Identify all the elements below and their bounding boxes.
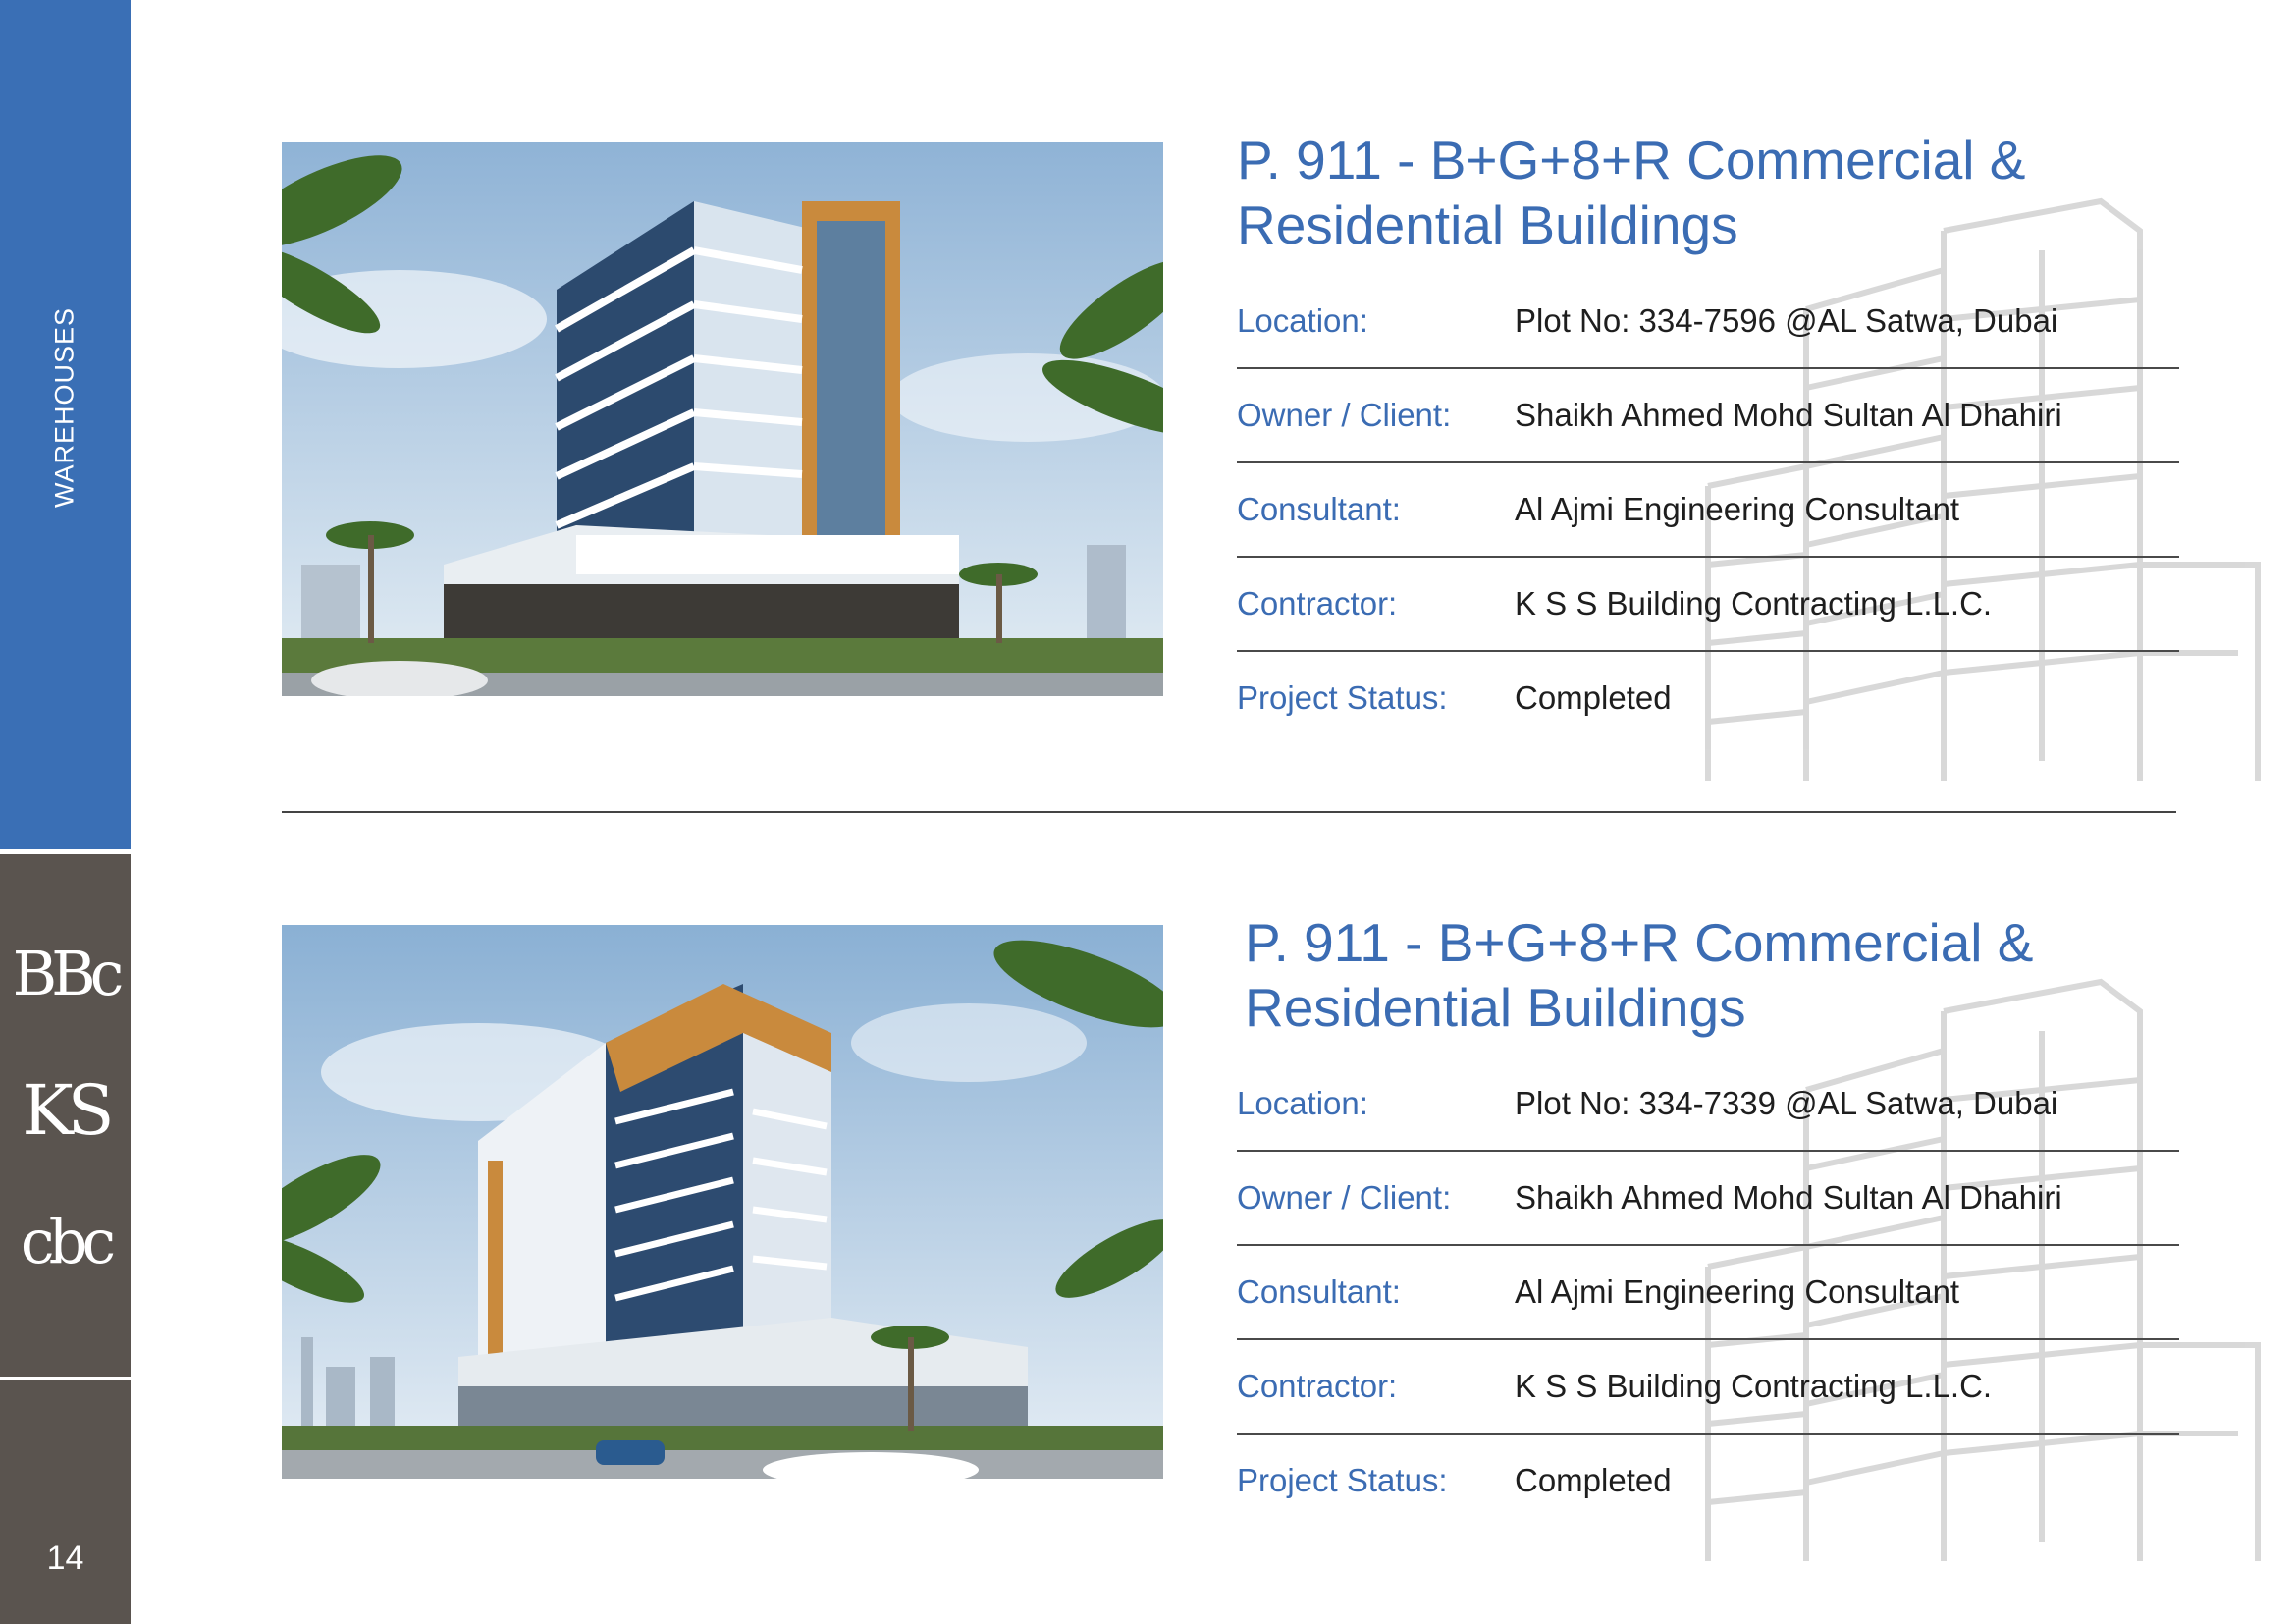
detail-value: K S S Building Contracting L.L.C. — [1515, 1368, 1993, 1404]
detail-value: Shaikh Ahmed Mohd Sultan Al Dhahiri — [1515, 397, 2062, 433]
detail-row-owner: Owner / Client: Shaikh Ahmed Mohd Sultan… — [1237, 1152, 2179, 1246]
detail-row-consultant: Consultant: Al Ajmi Engineering Consulta… — [1237, 1246, 2179, 1340]
page-number: 14 — [46, 1540, 84, 1577]
building-rendering-photo — [282, 142, 1163, 696]
project-title-line: Residential Buildings — [1237, 194, 1738, 255]
detail-label: Location: — [1237, 302, 1368, 339]
detail-row-status: Project Status: Completed — [1237, 1435, 2179, 1527]
detail-label: Project Status: — [1237, 1462, 1448, 1498]
detail-row-location: Location: Plot No: 334-7596 @AL Satwa, D… — [1237, 275, 2179, 369]
section-label: WAREHOUSES — [49, 306, 80, 509]
sidebar-section-tab: WAREHOUSES — [0, 0, 131, 849]
project-card: P. 911 - B+G+8+R Commercial & Residentia… — [1237, 910, 2179, 1527]
sidebar-divider — [0, 1377, 131, 1380]
project-details: Location: Plot No: 334-7596 @AL Satwa, D… — [1237, 275, 2179, 744]
detail-label: Consultant: — [1237, 1273, 1401, 1310]
detail-label: Location: — [1237, 1085, 1368, 1121]
project-title-line: P. 911 - B+G+8+R Commercial & — [1245, 912, 2034, 973]
building-rendering-photo — [282, 925, 1163, 1479]
detail-value: Al Ajmi Engineering Consultant — [1515, 491, 1960, 527]
detail-row-contractor: Contractor: K S S Building Contracting L… — [1237, 558, 2179, 652]
detail-label: Consultant: — [1237, 491, 1401, 527]
detail-row-contractor: Contractor: K S S Building Contracting L… — [1237, 1340, 2179, 1435]
detail-row-owner: Owner / Client: Shaikh Ahmed Mohd Sultan… — [1237, 369, 2179, 463]
detail-value: Completed — [1515, 679, 1672, 716]
detail-value: K S S Building Contracting L.L.C. — [1515, 585, 1993, 622]
detail-value: Al Ajmi Engineering Consultant — [1515, 1273, 1960, 1310]
detail-value: Plot No: 334-7596 @AL Satwa, Dubai — [1515, 302, 2058, 339]
detail-row-status: Project Status: Completed — [1237, 652, 2179, 744]
detail-value: Shaikh Ahmed Mohd Sultan Al Dhahiri — [1515, 1179, 2062, 1216]
ks-logo: KS — [22, 1070, 114, 1151]
detail-label: Project Status: — [1237, 679, 1448, 716]
detail-label: Contractor: — [1237, 1368, 1398, 1404]
section-divider — [282, 811, 2176, 813]
cbc-logo: cbc — [20, 1206, 116, 1277]
detail-row-consultant: Consultant: Al Ajmi Engineering Consulta… — [1237, 463, 2179, 558]
detail-label: Owner / Client: — [1237, 1179, 1452, 1216]
project-title: P. 911 - B+G+8+R Commercial & Residentia… — [1245, 910, 2128, 1040]
bbc-logo: BBc — [12, 938, 125, 1009]
project-title-line: Residential Buildings — [1245, 977, 1746, 1038]
detail-row-location: Location: Plot No: 334-7339 @AL Satwa, D… — [1237, 1057, 2179, 1152]
detail-value: Plot No: 334-7339 @AL Satwa, Dubai — [1515, 1085, 2058, 1121]
detail-value: Completed — [1515, 1462, 1672, 1498]
project-title: P. 911 - B+G+8+R Commercial & Residentia… — [1237, 128, 2120, 257]
project-details: Location: Plot No: 334-7339 @AL Satwa, D… — [1237, 1057, 2179, 1527]
detail-label: Contractor: — [1237, 585, 1398, 622]
project-card: P. 911 - B+G+8+R Commercial & Residentia… — [1237, 128, 2179, 744]
project-title-line: P. 911 - B+G+8+R Commercial & — [1237, 130, 2026, 190]
detail-label: Owner / Client: — [1237, 397, 1452, 433]
